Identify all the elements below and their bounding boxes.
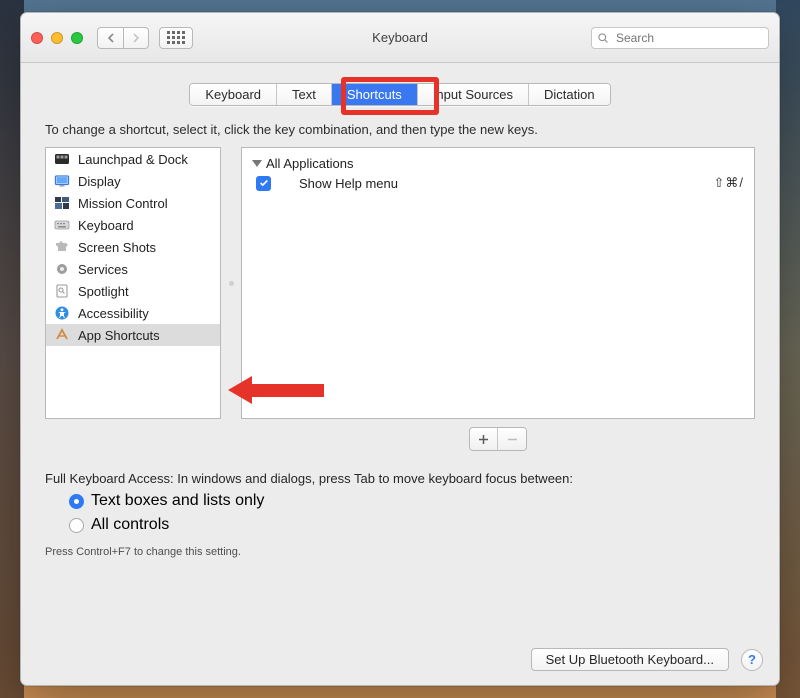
minimize-window-button[interactable] <box>51 32 63 44</box>
category-label: App Shortcuts <box>78 328 160 343</box>
category-app-shortcuts[interactable]: App Shortcuts <box>46 324 220 346</box>
tab-bar: Keyboard Text Shortcuts Input Sources Di… <box>21 63 779 122</box>
category-label: Launchpad & Dock <box>78 152 188 167</box>
bluetooth-keyboard-button[interactable]: Set Up Bluetooth Keyboard... <box>531 648 729 671</box>
search-icon <box>597 32 609 44</box>
category-launchpad-dock[interactable]: Launchpad & Dock <box>46 148 220 170</box>
category-label: Spotlight <box>78 284 129 299</box>
accessibility-icon <box>54 305 70 321</box>
shortcut-label: Show Help menu <box>281 176 398 191</box>
keyboard-icon <box>54 217 70 233</box>
category-screen-shots[interactable]: Screen Shots <box>46 236 220 258</box>
add-button[interactable] <box>470 428 498 450</box>
app-shortcuts-icon <box>54 327 70 343</box>
launchpad-icon <box>54 151 70 167</box>
search-field-wrap <box>591 27 769 49</box>
tab-text[interactable]: Text <box>277 84 332 105</box>
category-label: Display <box>78 174 121 189</box>
close-window-button[interactable] <box>31 32 43 44</box>
pane-resize-handle[interactable] <box>229 281 234 286</box>
category-label: Screen Shots <box>78 240 156 255</box>
help-button[interactable]: ? <box>741 649 763 671</box>
category-label: Services <box>78 262 128 277</box>
display-icon <box>54 173 70 189</box>
category-accessibility[interactable]: Accessibility <box>46 302 220 324</box>
fka-option-all-controls[interactable]: All controls <box>69 516 755 534</box>
plus-icon <box>478 434 489 445</box>
group-label: All Applications <box>266 156 353 171</box>
chevron-right-icon <box>132 33 140 43</box>
radio-button[interactable] <box>69 494 84 509</box>
forward-button[interactable] <box>123 27 149 49</box>
category-label: Accessibility <box>78 306 149 321</box>
category-mission-control[interactable]: Mission Control <box>46 192 220 214</box>
back-button[interactable] <box>97 27 123 49</box>
window-controls <box>31 32 83 44</box>
fka-option-text-lists[interactable]: Text boxes and lists only <box>69 492 755 510</box>
window-toolbar: Keyboard <box>21 13 779 63</box>
preferences-window: Keyboard Keyboard Text Shortcuts Input S… <box>20 12 780 686</box>
radio-label: Text boxes and lists only <box>91 492 264 510</box>
tab-dictation[interactable]: Dictation <box>529 84 610 105</box>
checkbox[interactable] <box>256 176 271 191</box>
category-display[interactable]: Display <box>46 170 220 192</box>
group-all-applications[interactable]: All Applications <box>252 154 744 173</box>
zoom-window-button[interactable] <box>71 32 83 44</box>
show-all-prefs-button[interactable] <box>159 27 193 49</box>
instruction-text: To change a shortcut, select it, click t… <box>45 122 755 137</box>
mission-control-icon <box>54 195 70 211</box>
spotlight-icon <box>54 283 70 299</box>
search-input[interactable] <box>591 27 769 49</box>
category-keyboard[interactable]: Keyboard <box>46 214 220 236</box>
category-spotlight[interactable]: Spotlight <box>46 280 220 302</box>
full-keyboard-access-heading: Full Keyboard Access: In windows and dia… <box>45 471 755 486</box>
nav-back-forward <box>97 27 149 49</box>
remove-button[interactable] <box>498 428 526 450</box>
radio-label: All controls <box>91 516 169 534</box>
tab-keyboard[interactable]: Keyboard <box>190 84 277 105</box>
grid-icon <box>167 31 185 44</box>
category-services[interactable]: Services <box>46 258 220 280</box>
window-footer: Set Up Bluetooth Keyboard... ? <box>21 636 779 685</box>
radio-button[interactable] <box>69 518 84 533</box>
gear-icon <box>54 261 70 277</box>
category-label: Mission Control <box>78 196 168 211</box>
shortcut-detail-list[interactable]: All Applications Show Help menu ⇧⌘/ <box>241 147 755 419</box>
body-content: To change a shortcut, select it, click t… <box>21 122 779 636</box>
minus-icon <box>507 434 518 445</box>
add-remove-group <box>45 427 755 451</box>
screenshots-icon <box>54 239 70 255</box>
checkmark-icon <box>259 178 269 188</box>
fka-hint: Press Control+F7 to change this setting. <box>45 546 755 558</box>
shortcut-row[interactable]: Show Help menu ⇧⌘/ <box>252 173 744 193</box>
chevron-left-icon <box>107 33 115 43</box>
shortcut-key[interactable]: ⇧⌘/ <box>713 175 744 191</box>
category-list[interactable]: Launchpad & Dock Display Mission Control… <box>45 147 221 419</box>
disclosure-triangle-icon[interactable] <box>252 160 262 167</box>
category-label: Keyboard <box>78 218 134 233</box>
annotation-highlight <box>341 77 439 115</box>
